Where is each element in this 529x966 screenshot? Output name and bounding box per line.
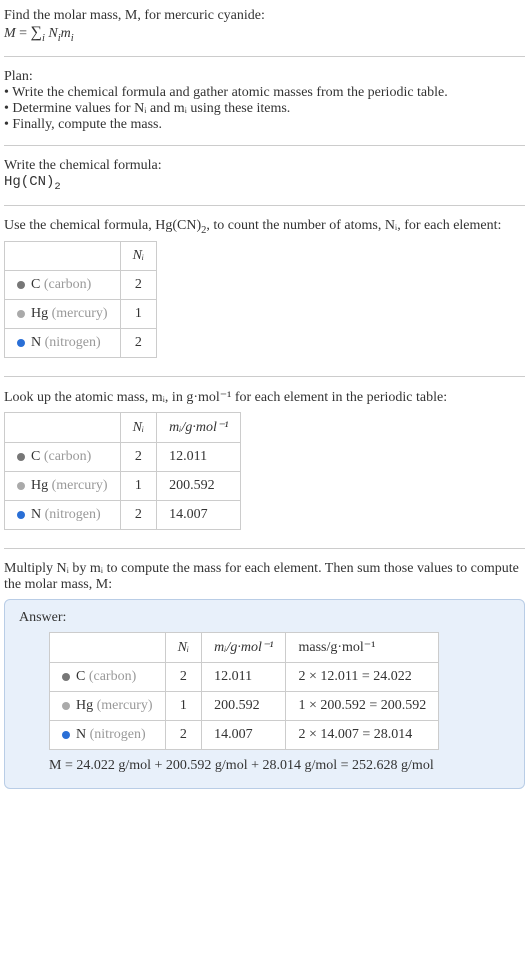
count-table: Nᵢ C (carbon) 2 Hg (mercury) 1 N (nitrog… xyxy=(4,241,157,358)
plan-b1: • Write the chemical formula and gather … xyxy=(4,85,525,101)
plan-b2: • Determine values for Nᵢ and mᵢ using t… xyxy=(4,101,525,117)
col-ni: Nᵢ xyxy=(120,242,157,271)
element-dot xyxy=(17,511,25,519)
write-formula: Write the chemical formula: Hg(CN)2 xyxy=(4,154,525,197)
table-row: Hg (mercury) 1 200.592 xyxy=(5,472,241,501)
cell-ni: 2 xyxy=(165,663,202,692)
plan-title: Plan: xyxy=(4,69,525,85)
multiply-section: Multiply Nᵢ by mᵢ to compute the mass fo… xyxy=(4,557,525,793)
col-mi: mᵢ/g·mol⁻¹ xyxy=(157,413,241,443)
write-formula-title: Write the chemical formula: xyxy=(4,158,525,174)
lookup-text: Look up the atomic mass, mᵢ, in g·mol⁻¹ … xyxy=(4,389,525,406)
lookup-mass: Look up the atomic mass, mᵢ, in g·mol⁻¹ … xyxy=(4,385,525,540)
table-row: N (nitrogen) 2 14.007 xyxy=(5,501,241,530)
table-header-row: Nᵢ mᵢ/g·mol⁻¹ xyxy=(5,413,241,443)
cell-mi: 14.007 xyxy=(157,501,241,530)
cell-mi: 200.592 xyxy=(157,472,241,501)
chemical-formula: Hg(CN)2 xyxy=(4,174,61,190)
table-header-row: Nᵢ mᵢ/g·mol⁻¹ mass/g·mol⁻¹ xyxy=(50,633,439,663)
cell-mass: 2 × 14.007 = 28.014 xyxy=(286,721,439,750)
plan: Plan: • Write the chemical formula and g… xyxy=(4,65,525,137)
cell-ni: 1 xyxy=(120,472,157,501)
element-dot xyxy=(17,453,25,461)
table-row: C (carbon) 2 12.011 2 × 12.011 = 24.022 xyxy=(50,663,439,692)
divider xyxy=(4,548,525,549)
cell-mi: 14.007 xyxy=(202,721,286,750)
divider xyxy=(4,205,525,206)
divider xyxy=(4,145,525,146)
cell-mass: 1 × 200.592 = 200.592 xyxy=(286,692,439,721)
plan-b3: • Finally, compute the mass. xyxy=(4,117,525,133)
cell-mi: 12.011 xyxy=(202,663,286,692)
element-dot xyxy=(17,339,25,347)
table-row: Hg (mercury) 1 200.592 1 × 200.592 = 200… xyxy=(50,692,439,721)
intro-line1: Find the molar mass, M, for mercuric cya… xyxy=(4,8,525,24)
sum-index: i xyxy=(42,33,45,44)
element-dot xyxy=(17,310,25,318)
cell-ni: 2 xyxy=(120,501,157,530)
intro: Find the molar mass, M, for mercuric cya… xyxy=(4,4,525,48)
cell-ni: 2 xyxy=(165,721,202,750)
multiply-text: Multiply Nᵢ by mᵢ to compute the mass fo… xyxy=(4,561,525,593)
divider xyxy=(4,376,525,377)
cell-ni: 2 xyxy=(120,271,157,300)
cell-mass: 2 × 12.011 = 24.022 xyxy=(286,663,439,692)
col-ni: Nᵢ xyxy=(120,413,157,443)
cell-mi: 200.592 xyxy=(202,692,286,721)
table-row: N (nitrogen) 2 14.007 2 × 14.007 = 28.01… xyxy=(50,721,439,750)
table-row: C (carbon) 2 xyxy=(5,271,157,300)
col-ni: Nᵢ xyxy=(165,633,202,663)
lookup-table: Nᵢ mᵢ/g·mol⁻¹ C (carbon) 2 12.011 Hg (me… xyxy=(4,412,241,530)
answer-box: Answer: Nᵢ mᵢ/g·mol⁻¹ mass/g·mol⁻¹ C (ca… xyxy=(4,599,525,789)
element-dot xyxy=(17,281,25,289)
col-mi: mᵢ/g·mol⁻¹ xyxy=(202,633,286,663)
answer-result: M = 24.022 g/mol + 200.592 g/mol + 28.01… xyxy=(49,758,510,774)
intro-formula: M = ∑i Nimi xyxy=(4,24,525,44)
col-mass: mass/g·mol⁻¹ xyxy=(286,633,439,663)
answer-table: Nᵢ mᵢ/g·mol⁻¹ mass/g·mol⁻¹ C (carbon) 2 … xyxy=(49,632,439,750)
table-header-row: Nᵢ xyxy=(5,242,157,271)
answer-label: Answer: xyxy=(19,610,510,626)
cell-mi: 12.011 xyxy=(157,443,241,472)
element-dot xyxy=(17,482,25,490)
cell-ni: 2 xyxy=(120,329,157,358)
count-text: Use the chemical formula, Hg(CN)2, to co… xyxy=(4,218,525,236)
table-row: C (carbon) 2 12.011 xyxy=(5,443,241,472)
element-dot xyxy=(62,731,70,739)
table-row: N (nitrogen) 2 xyxy=(5,329,157,358)
element-dot xyxy=(62,702,70,710)
cell-ni: 1 xyxy=(120,300,157,329)
cell-ni: 1 xyxy=(165,692,202,721)
element-dot xyxy=(62,673,70,681)
cell-ni: 2 xyxy=(120,443,157,472)
table-row: Hg (mercury) 1 xyxy=(5,300,157,329)
count-atoms: Use the chemical formula, Hg(CN)2, to co… xyxy=(4,214,525,369)
divider xyxy=(4,56,525,57)
